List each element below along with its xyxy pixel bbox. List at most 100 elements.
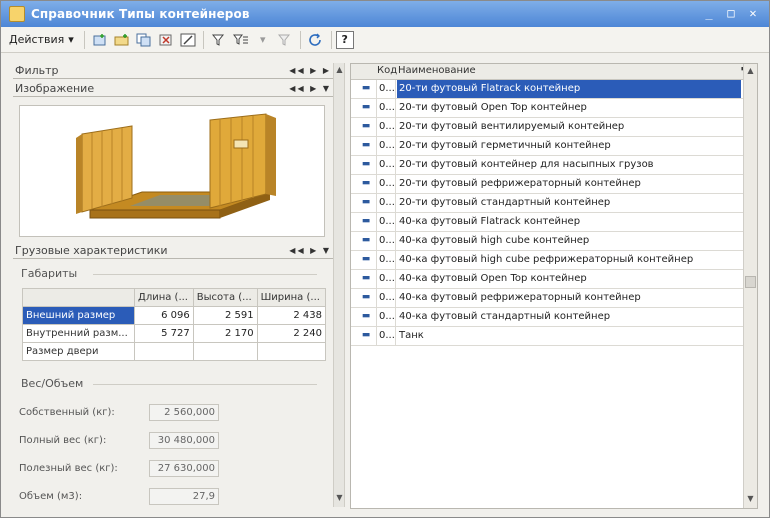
list-item[interactable]: ▬ 0... 20-ти футовый герметичный контейнер (351, 136, 743, 156)
left-panel-scrollbar[interactable]: ▲ ▼ (333, 63, 345, 507)
window-controls: _ □ ✕ (701, 6, 761, 21)
filter-list-icon[interactable] (231, 31, 251, 49)
list-item[interactable]: ▬ 0... 40-ка футовый Open Top контейнер (351, 269, 743, 289)
table-cell[interactable]: 5 727 (134, 324, 194, 343)
add-item-icon[interactable] (90, 31, 110, 49)
scroll-up-icon[interactable]: ▲ (745, 66, 756, 76)
item-name: 20-ти футовый вентилируемый контейнер (399, 121, 625, 132)
table-row[interactable]: Внешний размер 6 096 2 591 2 438 (22, 306, 327, 325)
item-code: 0... (376, 79, 396, 99)
edit-icon[interactable] (178, 31, 198, 49)
container-image (19, 105, 325, 237)
item-name: 40-ка футовый Open Top контейнер (399, 273, 587, 284)
item-code: 0... (376, 326, 396, 346)
column-length[interactable]: Длина (... (134, 288, 194, 307)
filter-header[interactable]: Фильтр ◀◀ ▶ ▶ (13, 63, 333, 79)
item-name: 20-ти футовый герметичный контейнер (399, 140, 611, 151)
table-cell[interactable]: 2 240 (256, 324, 327, 343)
panel-nav-icon[interactable]: ◀◀ ▶ ▶ (289, 63, 331, 78)
table-cell[interactable]: 2 591 (192, 306, 258, 325)
list-item[interactable]: ▬ 0... 20-ти футовый контейнер для насыпны… (351, 155, 743, 175)
column-height[interactable]: Высота (... (192, 288, 258, 307)
table-row[interactable]: Внутренний разм... 5 727 2 170 2 240 (22, 324, 327, 343)
item-name: 20-ти футовый стандартный контейнер (399, 197, 611, 208)
list-item[interactable]: ▬ 0... 40-ка футовый Flatrack контейнер (351, 212, 743, 232)
list-item[interactable]: ▬ 0... 20-ти футовый Open Top контейнер (351, 98, 743, 118)
list-item[interactable]: ▬ 0... 20-ти футовый стандартный контейнер (351, 193, 743, 213)
field-value[interactable]: 30 480,000 (149, 431, 219, 449)
item-icon: ▬ (361, 292, 371, 302)
list-item[interactable]: ▬ 0... 40-ка футовый стандартный контейнер (351, 307, 743, 327)
field-label: Полезный вес (кг): (19, 462, 118, 474)
full-weight-field: Полный вес (кг): 30 480,000 (19, 431, 229, 449)
payload-weight-field: Полезный вес (кг): 27 630,000 (19, 459, 229, 477)
item-icon: ▬ (361, 197, 371, 207)
help-button[interactable]: ? (335, 30, 354, 49)
field-label: Собственный (кг): (19, 406, 115, 418)
item-code: 0... (376, 288, 396, 308)
list-item[interactable]: ▬ 0... 20-ти футовый Flatrack контейнер (351, 79, 743, 99)
actions-menu[interactable]: Действия ▾ (1, 33, 80, 46)
item-code: 0... (376, 98, 396, 118)
filter-dropdown-icon[interactable]: ▾ (253, 31, 273, 49)
clear-filter-icon[interactable] (275, 31, 295, 49)
list-item[interactable]: ▬ 0... Танк (351, 326, 743, 346)
folder-icon (9, 6, 25, 22)
container-types-list: Код Наименование ▬ ▬0...20-ти футовый Fl… (350, 63, 758, 509)
list-item[interactable]: ▬ 0... 40-ка футовый high cube рефрижерато… (351, 250, 743, 270)
column-code[interactable]: Код (377, 65, 397, 76)
minimize-button[interactable]: _ (701, 6, 717, 21)
close-button[interactable]: ✕ (745, 6, 761, 21)
item-code: 0... (376, 193, 396, 213)
item-name: 20-ти футовый Flatrack контейнер (397, 80, 741, 98)
list-header: Код Наименование ▬ (351, 64, 757, 80)
column-width[interactable]: Ширина (... (256, 288, 327, 307)
list-item[interactable]: ▬ 0... 20-ти футовый вентилируемый контейн… (351, 117, 743, 137)
field-value[interactable]: 27,9 (149, 487, 219, 505)
maximize-button[interactable]: □ (723, 6, 739, 21)
table-cell[interactable]: 2 170 (192, 324, 258, 343)
item-icon: ▬ (361, 178, 371, 188)
filter-icon[interactable] (209, 31, 229, 49)
scroll-up-icon[interactable]: ▲ (335, 65, 344, 75)
list-scrollbar[interactable]: ▲ ▼ (743, 64, 757, 508)
copy-icon[interactable] (134, 31, 154, 49)
list-item[interactable]: ▬ 0... 40-ка футовый high cube контейнер (351, 231, 743, 251)
table-cell[interactable] (256, 342, 327, 361)
cargo-header[interactable]: Грузовые характеристики ◀◀ ▶ ▼ (13, 243, 333, 259)
flatrack-container-picture (76, 113, 276, 219)
panel-nav-icon[interactable]: ◀◀ ▶ ▼ (289, 243, 331, 258)
table-cell[interactable] (134, 342, 194, 361)
item-icon: ▬ (361, 83, 371, 93)
field-label: Полный вес (кг): (19, 434, 107, 446)
column-name[interactable]: Наименование (398, 65, 476, 76)
group-divider (93, 384, 317, 385)
image-header[interactable]: Изображение ◀◀ ▶ ▼ (13, 81, 333, 97)
title-bar: Справочник Типы контейнеров _ □ ✕ (1, 1, 769, 27)
list-item[interactable]: ▬ 0... 20-ти футовый рефрижераторный конте… (351, 174, 743, 194)
item-name: 40-ка футовый стандартный контейнер (399, 311, 611, 322)
scroll-down-icon[interactable]: ▼ (335, 493, 344, 503)
item-icon: ▬ (361, 311, 371, 321)
table-cell[interactable]: 6 096 (134, 306, 194, 325)
table-cell[interactable] (192, 342, 258, 361)
table-cell[interactable]: 2 438 (256, 306, 327, 325)
list-item[interactable]: ▬ 0... 40-ка футовый рефрижераторный конте… (351, 288, 743, 308)
panel-nav-icon[interactable]: ◀◀ ▶ ▼ (289, 81, 331, 96)
filter-label: Фильтр (15, 64, 59, 77)
field-value[interactable]: 27 630,000 (149, 459, 219, 477)
item-code: 0... (376, 269, 396, 289)
item-icon: ▬ (361, 140, 371, 150)
table-row[interactable]: Размер двери (22, 342, 327, 361)
row-label: Внутренний разм... (22, 324, 135, 343)
delete-mark-icon[interactable] (156, 31, 176, 49)
field-value[interactable]: 2 560,000 (149, 403, 219, 421)
scroll-thumb[interactable] (745, 276, 756, 288)
scroll-down-icon[interactable]: ▼ (745, 494, 756, 504)
item-name: 40-ка футовый high cube контейнер (399, 235, 590, 246)
item-code: 0... (376, 250, 396, 270)
item-code: 0... (376, 212, 396, 232)
add-group-icon[interactable] (112, 31, 132, 49)
window-title: Справочник Типы контейнеров (31, 7, 250, 21)
refresh-icon[interactable] (306, 31, 326, 49)
